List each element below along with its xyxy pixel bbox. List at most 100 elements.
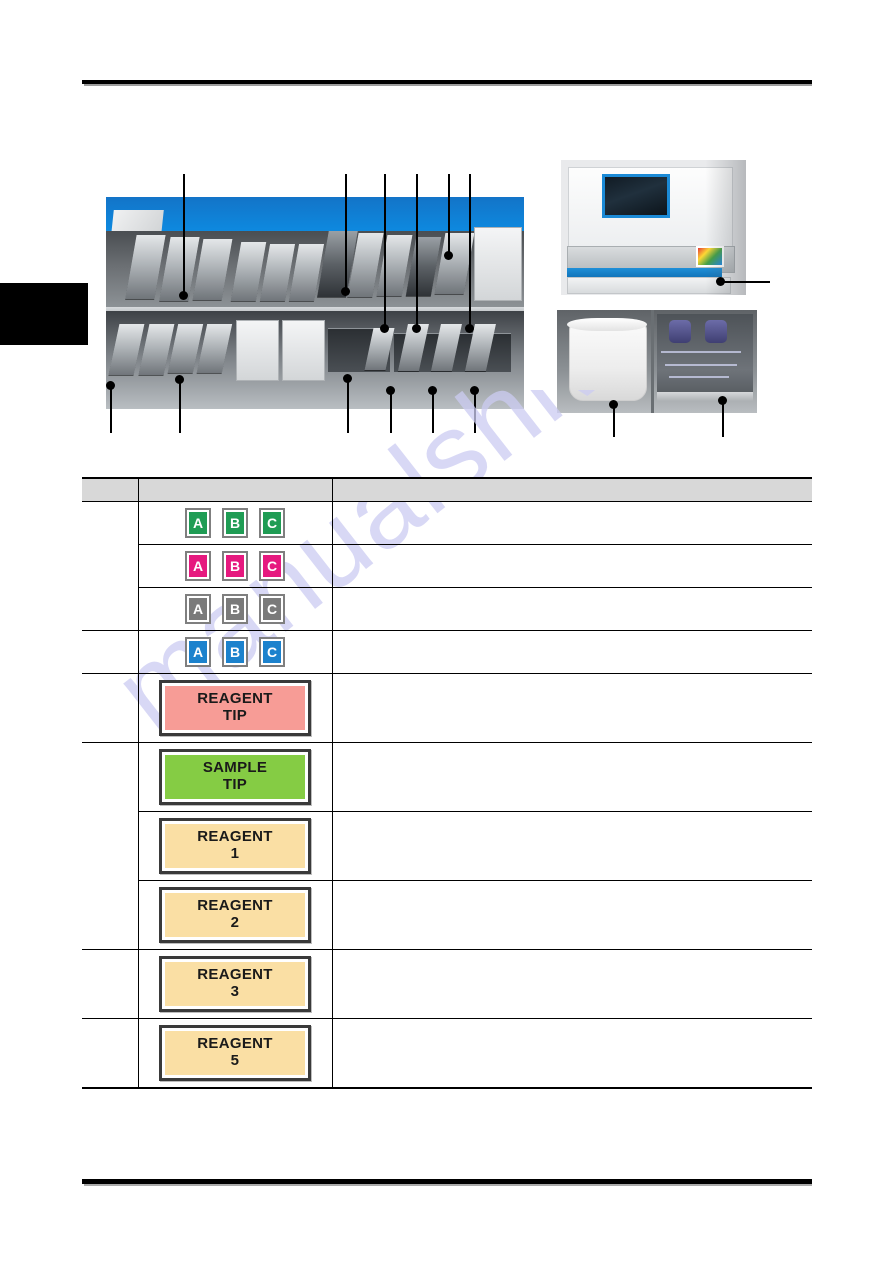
- callout-leader-top-6: [469, 174, 471, 327]
- row-description: [332, 742, 812, 812]
- rack-badge-letter: B: [226, 555, 244, 577]
- plate-line-1: REAGENT: [197, 1035, 273, 1053]
- row-symbol: REAGENT 2: [137, 880, 333, 950]
- header-description: [331, 477, 812, 502]
- row-symbol: ABC: [137, 501, 333, 545]
- plate-line-2: 1: [230, 845, 240, 862]
- plate-line-2: TIP: [222, 776, 248, 793]
- consumable-label-plate: REAGENT 3: [159, 956, 311, 1012]
- row-number: [82, 587, 138, 631]
- consumable-label-plate: REAGENT 2: [159, 887, 311, 943]
- rack-badge: B: [222, 551, 248, 581]
- callout-leader-bottom-4: [390, 390, 392, 433]
- plate-inner: REAGENT 1: [165, 824, 305, 868]
- row-description: [332, 587, 812, 631]
- plate-inner: REAGENT TIP: [165, 686, 305, 730]
- analyzer-deck-photo: [106, 197, 524, 409]
- legend-table-body: A B C A B C A B C A B C REAGENT TIP SAMPLE TIP REAGENT 1 R…: [82, 501, 812, 1089]
- callout-dot-waste-tank: [609, 400, 618, 409]
- rack-badge: C: [259, 637, 285, 667]
- rack-badge-letter: C: [263, 512, 281, 534]
- callout-dot-bottom-3: [343, 374, 352, 383]
- row-number: [82, 673, 138, 743]
- callout-dot-top-5: [444, 251, 453, 260]
- row-description: [332, 501, 812, 545]
- callout-leader-pumps: [722, 400, 724, 437]
- row-symbol: ABC: [137, 544, 333, 588]
- table-row: REAGENT 1: [82, 811, 812, 881]
- table-row: ABC: [82, 501, 812, 545]
- row-description: [332, 673, 812, 743]
- table-row: ABC: [82, 544, 812, 588]
- consumable-label-plate: SAMPLE TIP: [159, 749, 311, 805]
- legend-table: A B C A B C A B C A B C REAGENT TIP SAMPLE TIP REAGENT 1 R…: [82, 477, 812, 1089]
- callout-leader-bottom-6: [474, 390, 476, 433]
- row-number: [82, 545, 138, 588]
- callout-leader-bottom-2: [179, 379, 181, 433]
- rack-badge: A: [185, 508, 211, 538]
- plate-line-2: 3: [230, 983, 240, 1000]
- figure-area: [0, 0, 893, 460]
- row-description: [332, 811, 812, 881]
- table-row: REAGENT 2: [82, 880, 812, 950]
- consumable-label-plate: REAGENT 1: [159, 818, 311, 874]
- row-symbol: REAGENT TIP: [137, 673, 333, 743]
- callout-dot-bottom-1: [106, 381, 115, 390]
- rack-badge-letter: C: [263, 555, 281, 577]
- row-symbol: ABC: [137, 587, 333, 631]
- plate-line-2: 2: [230, 914, 240, 931]
- consumable-label-plate: REAGENT TIP: [159, 680, 311, 736]
- callout-leader-top-2: [345, 174, 347, 290]
- rack-badge: A: [185, 637, 211, 667]
- rack-badge-letter: C: [263, 641, 281, 663]
- chapter-tab: [0, 283, 88, 345]
- row-symbol: REAGENT 5: [137, 1018, 333, 1089]
- row-number: [82, 743, 138, 812]
- callout-leader-top-4: [416, 174, 418, 327]
- badge-group: ABC: [139, 551, 332, 581]
- header-rule-shadow: [84, 84, 812, 86]
- table-row: REAGENT TIP: [82, 673, 812, 743]
- rack-badge-letter: A: [189, 598, 207, 620]
- table-row: SAMPLE TIP: [82, 742, 812, 812]
- plate-line-2: TIP: [222, 707, 248, 724]
- callout-dot-top-6: [465, 324, 474, 333]
- rack-badge-letter: B: [226, 641, 244, 663]
- badge-group: ABC: [139, 508, 332, 538]
- callout-dot-bottom-5: [428, 386, 437, 395]
- legend-table-head: [82, 477, 812, 502]
- plate-inner: REAGENT 5: [165, 1031, 305, 1075]
- header-symbol: [137, 477, 332, 502]
- table-row: REAGENT 5: [82, 1018, 812, 1089]
- callout-leader-top-5: [448, 174, 450, 254]
- badge-group: ABC: [139, 637, 332, 667]
- rack-badge: B: [222, 508, 248, 538]
- plate-line-1: SAMPLE: [202, 759, 268, 777]
- row-description: [332, 544, 812, 588]
- row-number: [82, 630, 138, 674]
- table-row: ABC: [82, 630, 812, 674]
- header-number: [82, 477, 138, 502]
- rack-badge-letter: B: [226, 598, 244, 620]
- document-page: manualshive.com A B C A B C A B C A B C REAGENT TIP SA…: [0, 0, 893, 1263]
- row-symbol: REAGENT 3: [137, 949, 333, 1019]
- rack-badge-letter: A: [189, 641, 207, 663]
- rack-badge: C: [259, 508, 285, 538]
- rack-badge-letter: A: [189, 555, 207, 577]
- row-symbol: REAGENT 1: [137, 811, 333, 881]
- callout-leader-bottom-1: [110, 385, 112, 433]
- callout-dot-pumps: [718, 396, 727, 405]
- plate-line-1: REAGENT: [197, 828, 273, 846]
- plate-line-2: 5: [230, 1052, 240, 1069]
- rack-badge: C: [259, 551, 285, 581]
- analyzer-front-photo: [561, 160, 746, 295]
- callout-leader-top-1: [183, 174, 185, 294]
- row-description: [332, 630, 812, 674]
- row-symbol: ABC: [137, 630, 333, 674]
- legend-header-row: [82, 477, 812, 502]
- row-symbol: SAMPLE TIP: [137, 742, 333, 812]
- callout-dot-bottom-4: [386, 386, 395, 395]
- row-number: [82, 502, 138, 545]
- callout-leader-machine: [722, 281, 770, 283]
- waste-tank-and-pumps-photo: [557, 310, 757, 413]
